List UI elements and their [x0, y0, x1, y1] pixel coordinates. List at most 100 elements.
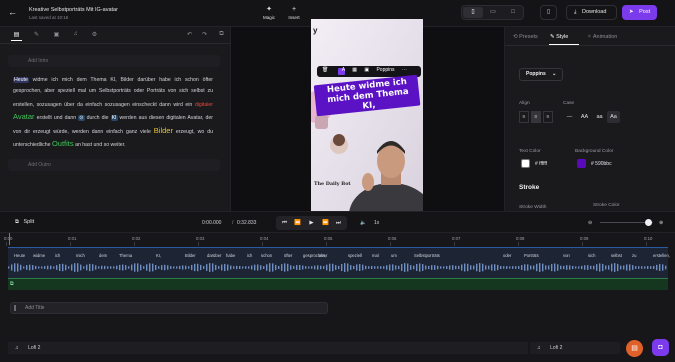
settings-icon[interactable]: ⚙ [89, 31, 100, 41]
support-chat-button[interactable]: ◘ [652, 339, 669, 356]
document-icon[interactable]: ▤ [11, 31, 22, 41]
edit-icon[interactable]: ✎ [31, 31, 42, 41]
fast-forward-icon[interactable]: ⏩ [320, 218, 331, 228]
transcript-segment[interactable]: da einfach sozusagen einscheckt dann wir… [77, 102, 195, 108]
transcript-word-highlight-green[interactable]: Avatar [13, 112, 35, 121]
caption-word-chip[interactable]: Heute [14, 253, 25, 258]
caption-word-track[interactable]: Heute widme ich mich dem Thema KI, Bilder darübe… [8, 247, 670, 278]
case-title-button[interactable]: Aa [607, 111, 620, 123]
download-button[interactable]: ⤓ Download [566, 5, 617, 20]
align-left-button[interactable]: ≡ [519, 111, 529, 123]
phone-preview-button[interactable]: ▯ [540, 5, 557, 20]
caption-word-chip[interactable]: habe [226, 253, 235, 258]
trash-icon[interactable]: 🗑 [322, 67, 328, 73]
text-color-value[interactable]: # ffffff [535, 161, 547, 167]
caption-word-chip[interactable]: Selbstporträts [414, 253, 440, 258]
timeline[interactable]: 0:000:010:020:030:040:050:060:070:080:09… [0, 233, 675, 362]
transcript-word-red[interactable]: digitaler [195, 102, 213, 108]
add-title-track[interactable]: Add Title [10, 302, 328, 314]
caption-word-chip[interactable]: KI, [156, 253, 161, 258]
caption-word-chip[interactable]: widme [33, 253, 45, 258]
caption-word-chip[interactable]: mich [76, 253, 85, 258]
back-arrow-icon[interactable]: ← [8, 7, 18, 17]
more-icon[interactable]: ⋯ [402, 67, 407, 73]
caption-word-chip[interactable]: sich [588, 253, 595, 258]
caption-word-chip[interactable]: ich [247, 253, 252, 258]
caption-word-chip[interactable]: ich [55, 253, 60, 258]
image-icon[interactable]: ▣ [364, 67, 369, 73]
layout-icon[interactable]: ⧉ [216, 31, 227, 41]
transcript-word-highlight-green[interactable]: Outfits [52, 139, 74, 148]
play-icon[interactable]: ▶ [306, 218, 317, 228]
caption-word-chip[interactable]: schon [261, 253, 272, 258]
caption-word-chip[interactable]: selbst [611, 253, 622, 258]
caption-word-chip[interactable]: Porträts [524, 253, 539, 258]
caption-font-select[interactable]: Poppins [376, 67, 394, 73]
portrait-ratio-icon[interactable]: ▯ [463, 7, 483, 18]
playhead[interactable] [9, 233, 10, 245]
caption-word-chip[interactable]: darüber [207, 253, 221, 258]
font-select[interactable]: Poppins ⌄ [519, 68, 563, 81]
caption-word-chip[interactable]: erstellen, [653, 253, 670, 258]
zoom-in-icon[interactable]: ⊕ [659, 220, 663, 226]
caption-word-chip[interactable]: zu [632, 253, 636, 258]
tab-style[interactable]: ✎ Style [550, 34, 568, 40]
music-icon[interactable]: ♫ [70, 31, 81, 41]
tab-animation[interactable]: ✧ Animation [587, 34, 617, 40]
rewind-icon[interactable]: ⏪ [292, 218, 303, 228]
video-preview[interactable]: y 🗑 A ▦ ▣ Poppins ⋯ Heute widme ich mich… [311, 19, 423, 211]
caption-word-chip[interactable]: um [391, 253, 397, 258]
case-none-button[interactable]: — [563, 111, 576, 123]
drag-handle-icon[interactable] [14, 305, 16, 311]
add-outro-button[interactable]: Add Outro [8, 159, 220, 171]
magic-button[interactable]: ✦ Magic [258, 5, 280, 20]
transcript-segment[interactable]: an hast und so weiter. [74, 142, 125, 148]
caption-word-chip[interactable]: von [563, 253, 570, 258]
align-right-button[interactable]: ≡ [543, 111, 553, 123]
text-color-swatch[interactable] [521, 159, 530, 168]
skip-end-icon[interactable]: ⏭ [333, 218, 344, 228]
grid-icon[interactable]: ▦ [352, 67, 357, 73]
insert-button[interactable]: + Insert [283, 5, 305, 20]
caption-word-chip[interactable]: oder [503, 253, 511, 258]
transcript-word-ki[interactable]: KI [110, 115, 118, 122]
tab-presets[interactable]: ⟲ Presets [513, 34, 538, 40]
bg-color-value[interactable]: # 590bbc [591, 161, 612, 167]
add-intro-button[interactable]: Add Intro [8, 55, 220, 67]
caption-word-chip[interactable]: dem [99, 253, 107, 258]
case-lower-button[interactable]: aa [593, 111, 606, 123]
bg-color-swatch[interactable] [577, 159, 586, 168]
zoom-out-icon[interactable]: ⊖ [588, 220, 592, 226]
transcript-segment[interactable]: durch [85, 115, 100, 121]
audio-clip[interactable]: ♫ Lofi 2 [530, 342, 620, 354]
transcript-segment[interactable]: die [100, 115, 111, 121]
skip-start-icon[interactable]: ⏮ [279, 218, 290, 228]
transcript-text[interactable]: Heute widme ich mich dem Thema KI, Bilde… [13, 75, 213, 151]
transcript-segment[interactable]: erstellt und dann [35, 115, 79, 121]
help-button[interactable]: ▤ [626, 340, 643, 357]
caption-word-chip[interactable]: Thema [119, 253, 132, 258]
caption-word-chip[interactable]: Bilder [185, 253, 196, 258]
redo-icon[interactable]: ↷ [199, 31, 210, 41]
align-center-button[interactable]: ≡ [531, 111, 541, 123]
case-upper-button[interactable]: AA [578, 111, 591, 123]
video-clip-track[interactable]: ⧉ [8, 278, 668, 290]
zoom-slider-handle[interactable] [645, 219, 652, 226]
caption-word-chip[interactable]: mal [372, 253, 379, 258]
caption-word-chip[interactable]: speziell [348, 253, 362, 258]
landscape-ratio-icon[interactable]: ▭ [483, 7, 503, 18]
post-button[interactable]: ➤ Post [622, 5, 657, 20]
project-title[interactable]: Kreative Selbstporträts Mit IG-avatar [29, 7, 118, 13]
caption-word-chip[interactable]: aber [319, 253, 327, 258]
text-style-icon[interactable]: A [342, 67, 345, 73]
transcript-word-highlight-yellow[interactable]: Bilder [154, 126, 173, 135]
transcript-word-active[interactable]: Heute [13, 77, 29, 83]
undo-icon[interactable]: ↶ [184, 31, 195, 41]
split-button[interactable]: ⧉ Split [15, 219, 34, 226]
audio-clip[interactable]: ♫ Lofi 2 [8, 342, 528, 354]
media-icon[interactable]: ▣ [51, 31, 62, 41]
volume-icon[interactable]: 🔈 [360, 220, 366, 226]
caption-word-chip[interactable]: öfter [284, 253, 292, 258]
square-ratio-icon[interactable]: □ [503, 7, 523, 18]
playback-speed[interactable]: 1x [374, 220, 379, 226]
